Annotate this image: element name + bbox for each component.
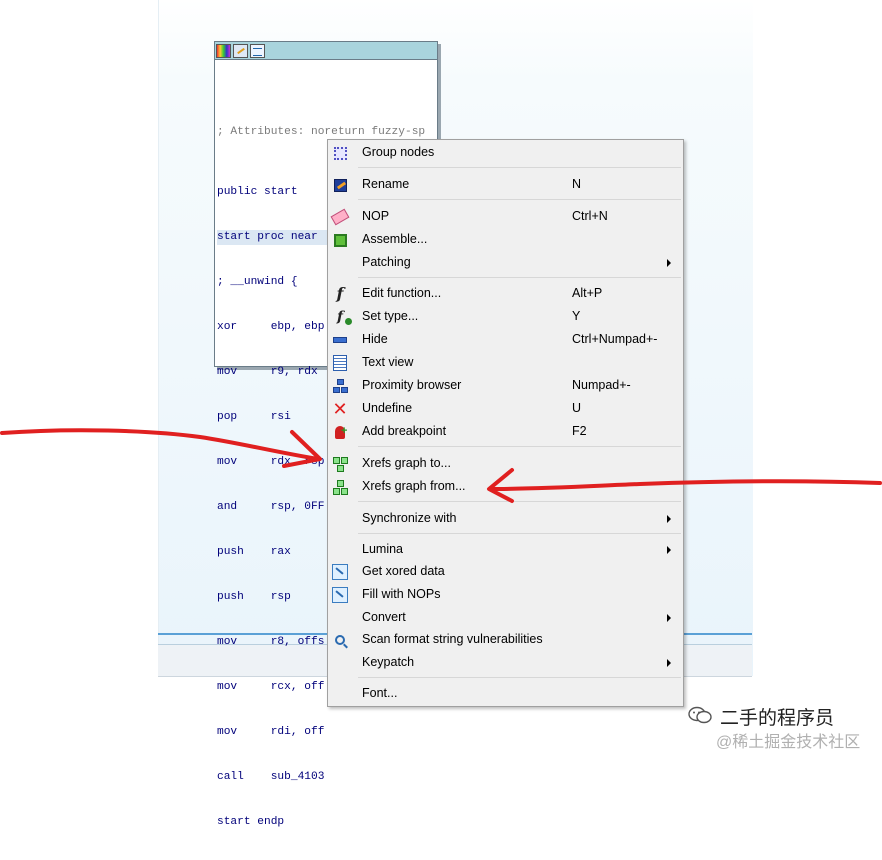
right-arrow-head [487,468,514,503]
code-line[interactable]: call sub_4103 [217,770,437,785]
left-arrow-shaft [0,428,320,461]
right-arrow-shaft [488,479,882,491]
code-line[interactable]: start endp [217,815,437,830]
left-arrow-head [282,430,322,468]
annotation-arrows [0,428,882,503]
wechat-icon [688,706,712,724]
watermark-source: @稀土掘金技术社区 [716,734,861,751]
watermark: 二手的程序员 @稀土掘金技术社区 [686,702,882,752]
watermark-author: 二手的程序员 [720,708,835,729]
